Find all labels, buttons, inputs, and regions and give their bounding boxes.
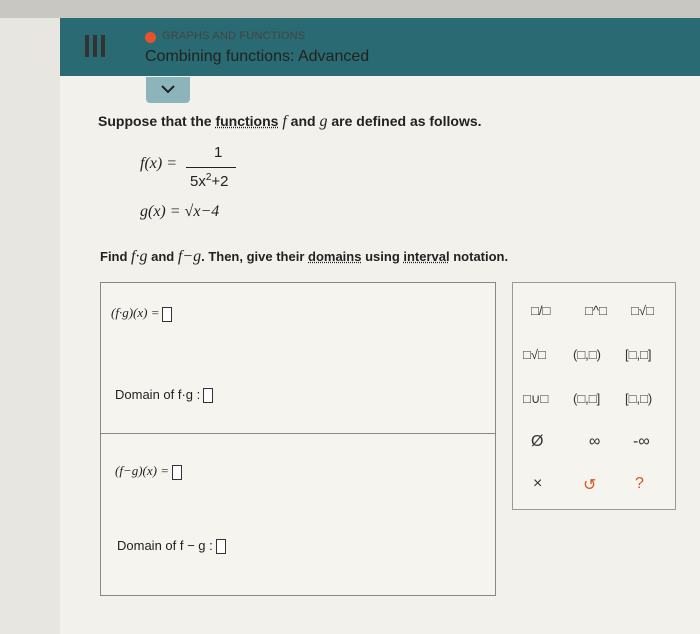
top-browser-strip — [0, 0, 700, 18]
product-expression: (f·g)(x) = — [111, 305, 173, 322]
chevron-down-icon — [161, 85, 175, 94]
difference-expression: (f−g)(x) = — [115, 463, 182, 480]
closed-open-interval-key[interactable]: [□,□) — [625, 391, 652, 406]
fraction-bar — [186, 167, 236, 168]
menu-icon[interactable] — [82, 33, 108, 59]
den-base: 5x — [190, 173, 206, 190]
empty-set-key[interactable]: Ø — [531, 433, 543, 451]
problem-intro: Suppose that the functions f and g are d… — [98, 113, 482, 131]
fraction-key[interactable]: □/□ — [531, 303, 550, 318]
nth-root-key[interactable]: □√□ — [523, 347, 546, 362]
difference-domain-label: Domain of f − g : — [117, 538, 213, 553]
left-margin — [0, 18, 60, 634]
intro-text: Suppose that the — [98, 113, 216, 129]
undo-icon[interactable]: ↺ — [583, 475, 596, 495]
fmg-symbol: f−g — [177, 248, 202, 265]
neg-infinity-key[interactable]: -∞ — [633, 433, 650, 451]
find-using: using — [361, 249, 404, 264]
infinity-key[interactable]: ∞ — [589, 433, 600, 451]
find-mid: . Then, give their — [201, 249, 309, 264]
fg-symbol: f·g — [131, 248, 148, 265]
exponent-key[interactable]: □^□ — [585, 303, 607, 318]
clear-icon[interactable]: × — [533, 475, 542, 493]
answer-divider — [101, 433, 495, 434]
math-palette: □/□ □^□ □√□ □√□ (□,□) [□,□] □∪□ (□,□] [□… — [512, 282, 676, 510]
difference-answer-box[interactable] — [172, 464, 182, 480]
difference-domain-box[interactable] — [215, 539, 226, 555]
functions-link[interactable]: functions — [215, 113, 278, 129]
f-denominator: 5x2+2 — [190, 172, 229, 190]
difference-label: (f−g)(x) = — [115, 463, 169, 478]
expand-button[interactable] — [146, 77, 190, 103]
product-domain-label: Domain of f·g : — [115, 387, 201, 402]
topic-category: GRAPHS AND FUNCTIONS — [162, 30, 306, 42]
open-open-interval-key[interactable]: (□,□) — [573, 347, 601, 362]
product-label: (f·g)(x) = — [111, 305, 160, 320]
product-domain-box[interactable] — [203, 388, 214, 404]
answer-panel: (f·g)(x) = Domain of f·g : (f−g)(x) = Do… — [100, 282, 496, 596]
closed-closed-interval-key[interactable]: [□,□] — [625, 347, 652, 362]
union-key[interactable]: □∪□ — [523, 391, 548, 407]
sqrt-key[interactable]: □√□ — [631, 303, 654, 318]
status-dot — [145, 32, 156, 43]
topic-title: Combining functions: Advanced — [145, 48, 370, 65]
product-domain: Domain of f·g : — [115, 387, 214, 404]
f-definition-lhs: f(x) = — [140, 155, 177, 173]
domains-link[interactable]: domains — [308, 249, 361, 264]
den-tail: +2 — [211, 173, 229, 190]
f-numerator: 1 — [214, 144, 223, 161]
find-and: and — [147, 249, 178, 264]
find-pre: Find — [100, 249, 132, 264]
product-answer-box[interactable] — [162, 306, 173, 322]
g-def-text: g(x) = √x−4 — [140, 203, 220, 220]
header-bar — [60, 18, 700, 76]
open-closed-interval-key[interactable]: (□,□] — [573, 391, 600, 406]
interval-link[interactable]: interval — [403, 249, 449, 264]
help-icon[interactable]: ? — [635, 475, 644, 493]
intro-end-text: are defined as follows. — [327, 113, 482, 129]
find-instruction: Find f·g and f−g. Then, give their domai… — [100, 248, 508, 266]
and-text: and — [286, 113, 320, 129]
f-lhs: f(x) = — [140, 155, 177, 172]
difference-domain: Domain of f − g : — [117, 538, 226, 555]
g-definition: g(x) = √x−4 — [140, 203, 219, 221]
find-post: notation. — [449, 249, 509, 264]
